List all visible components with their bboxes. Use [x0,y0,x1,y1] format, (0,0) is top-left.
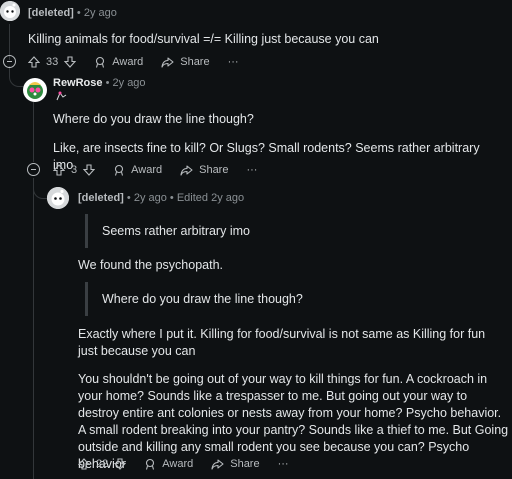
username[interactable]: RewRose [53,77,103,89]
share-icon [180,165,193,176]
comment-meta: [deleted] • 2y ago [28,7,117,19]
user-avatar-icon [23,78,47,102]
award-button[interactable]: Award [94,56,143,68]
avatar[interactable] [47,187,69,209]
blockquote: Where do you draw the line though? [85,282,502,316]
share-icon [161,57,174,68]
avatar[interactable] [0,1,20,21]
award-icon [146,458,155,470]
timestamp[interactable]: 2y ago [84,7,117,19]
award-button[interactable]: Award [144,458,193,470]
downvote-icon[interactable] [83,164,96,176]
quote-text: Seems rather arbitrary imo [102,224,250,238]
thread-line-2[interactable] [33,102,34,162]
meta-separator: • [105,77,110,89]
comment-paragraph: We found the psychopath. [78,258,224,272]
user-flair [54,89,68,103]
username[interactable]: [deleted] [28,7,74,19]
meta-separator: • [76,7,81,19]
vote-group: 22 [78,458,127,470]
thread-connector-3 [33,178,48,199]
snoo-icon [0,1,20,21]
meta-separator: • [126,192,131,204]
comment-actions: 3 Award Share ··· [53,161,275,179]
more-options-button[interactable]: ··· [228,56,239,68]
award-button[interactable]: Award [113,164,162,176]
avatar[interactable] [23,78,47,102]
collapse-thread-button[interactable] [3,55,16,68]
vote-count: 33 [46,56,59,68]
upvote-icon[interactable] [28,56,40,68]
edited-label: Edited 2y ago [176,192,245,204]
award-label: Award [131,164,163,176]
award-icon [96,56,105,68]
comment-text: Killing animals for food/survival =/= Ki… [28,32,379,46]
award-label: Award [162,458,194,470]
quote-text: Where do you draw the line though? [102,292,303,306]
upvote-icon[interactable] [78,458,90,470]
pinkhair-flair-icon [56,91,67,101]
share-label: Share [180,56,210,68]
snoo-icon [47,187,69,209]
downvote-icon[interactable] [114,458,127,470]
comment-actions: 22 Award Share ··· [78,455,307,473]
comment-body: Killing animals for food/survival =/= Ki… [28,31,498,48]
collapse-thread-button[interactable] [27,163,40,176]
comment-paragraph: Where do you draw the line though? [53,112,254,126]
share-label: Share [199,164,229,176]
thread-connector-2 [9,66,24,87]
more-options-button[interactable]: ··· [278,458,289,470]
award-icon [115,164,124,176]
comment-meta: RewRose • 2y ago [53,77,146,89]
meta-separator: • [169,192,174,204]
share-button[interactable]: Share [211,458,260,470]
downvote-icon[interactable] [64,56,77,68]
username[interactable]: [deleted] [78,192,124,204]
comment-paragraph: Exactly where I put it. Killing for food… [78,327,486,358]
timestamp[interactable]: 2y ago [134,192,167,204]
award-label: Award [112,56,144,68]
comment-meta: [deleted] • 2y ago • Edited 2y ago [78,192,244,204]
timestamp[interactable]: 2y ago [113,77,146,89]
vote-count: 3 [71,164,78,176]
share-button[interactable]: Share [161,56,210,68]
blockquote: Seems rather arbitrary imo [85,214,502,248]
vote-group: 3 [53,164,96,176]
more-options-button[interactable]: ··· [246,164,257,176]
upvote-icon[interactable] [53,164,65,176]
more-icon: ··· [277,458,289,470]
comment-actions: 33 Award Share ··· [28,53,257,71]
share-label: Share [230,458,260,470]
thread-line-3[interactable] [33,178,34,479]
more-icon: ··· [246,164,258,176]
share-icon [211,459,224,470]
vote-count: 22 [96,458,109,470]
vote-group: 33 [28,56,77,68]
more-icon: ··· [227,56,239,68]
share-button[interactable]: Share [180,164,228,176]
